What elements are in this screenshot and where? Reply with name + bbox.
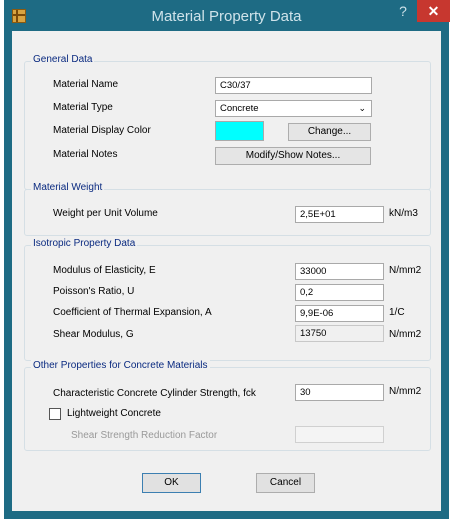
isotropic-group: Isotropic Property Data Modulus of Elast… — [24, 238, 431, 361]
material-weight-group: Material Weight Weight per Unit Volume 2… — [24, 182, 431, 236]
color-swatch[interactable] — [215, 121, 264, 141]
modulus-label: Modulus of Elasticity, E — [53, 265, 156, 276]
lightweight-checkbox[interactable] — [49, 408, 61, 420]
chevron-down-icon: ⌄ — [358, 103, 366, 113]
poisson-label: Poisson's Ratio, U — [53, 286, 135, 297]
modulus-input[interactable]: 33000 — [295, 263, 384, 280]
material-weight-legend: Material Weight — [31, 182, 105, 193]
material-name-label: Material Name — [53, 79, 119, 90]
thermal-expansion-input[interactable]: 9,9E-06 — [295, 305, 384, 322]
weight-label: Weight per Unit Volume — [53, 208, 158, 219]
reduction-factor-label: Shear Strength Reduction Factor — [71, 430, 218, 441]
material-notes-label: Material Notes — [53, 149, 118, 160]
reduction-factor-input — [295, 426, 384, 443]
cancel-button[interactable]: Cancel — [256, 473, 315, 493]
change-color-button[interactable]: Change... — [288, 123, 371, 141]
modify-notes-button[interactable]: Modify/Show Notes... — [215, 147, 371, 165]
title-bar[interactable]: Material Property Data ? ✕ — [4, 0, 450, 31]
close-button[interactable]: ✕ — [417, 0, 450, 22]
dialog-body: General Data Material Name C30/37 Materi… — [12, 31, 441, 511]
material-name-input[interactable]: C30/37 — [215, 77, 372, 94]
thermal-expansion-label: Coefficient of Thermal Expansion, A — [53, 307, 212, 318]
material-type-select[interactable]: Concrete ⌄ — [215, 100, 372, 117]
fck-unit: N/mm2 — [389, 386, 422, 397]
material-type-label: Material Type — [53, 102, 113, 113]
window-title: Material Property Data — [151, 8, 302, 25]
shear-modulus-value: 13750 — [295, 325, 384, 342]
concrete-properties-group: Other Properties for Concrete Materials … — [24, 360, 431, 451]
general-data-group: General Data Material Name C30/37 Materi… — [24, 54, 431, 190]
material-display-color-label: Material Display Color — [53, 125, 151, 136]
fck-label: Characteristic Concrete Cylinder Strengt… — [53, 388, 256, 399]
poisson-input[interactable]: 0,2 — [295, 284, 384, 301]
general-data-legend: General Data — [31, 54, 95, 65]
material-type-value: Concrete — [220, 103, 259, 114]
lightweight-label: Lightweight Concrete — [67, 408, 161, 419]
isotropic-legend: Isotropic Property Data — [31, 238, 138, 249]
modulus-unit: N/mm2 — [389, 265, 422, 276]
weight-unit: kN/m3 — [389, 208, 418, 219]
weight-input[interactable]: 2,5E+01 — [295, 206, 384, 223]
close-icon: ✕ — [427, 3, 440, 19]
ok-button[interactable]: OK — [142, 473, 201, 493]
shear-modulus-unit: N/mm2 — [389, 329, 422, 340]
thermal-expansion-unit: 1/C — [389, 307, 405, 318]
help-button[interactable]: ? — [396, 3, 410, 21]
dialog-window: Material Property Data ? ✕ General Data … — [4, 0, 450, 519]
fck-input[interactable]: 30 — [295, 384, 384, 401]
shear-modulus-label: Shear Modulus, G — [53, 329, 134, 340]
concrete-properties-legend: Other Properties for Concrete Materials — [31, 360, 210, 371]
